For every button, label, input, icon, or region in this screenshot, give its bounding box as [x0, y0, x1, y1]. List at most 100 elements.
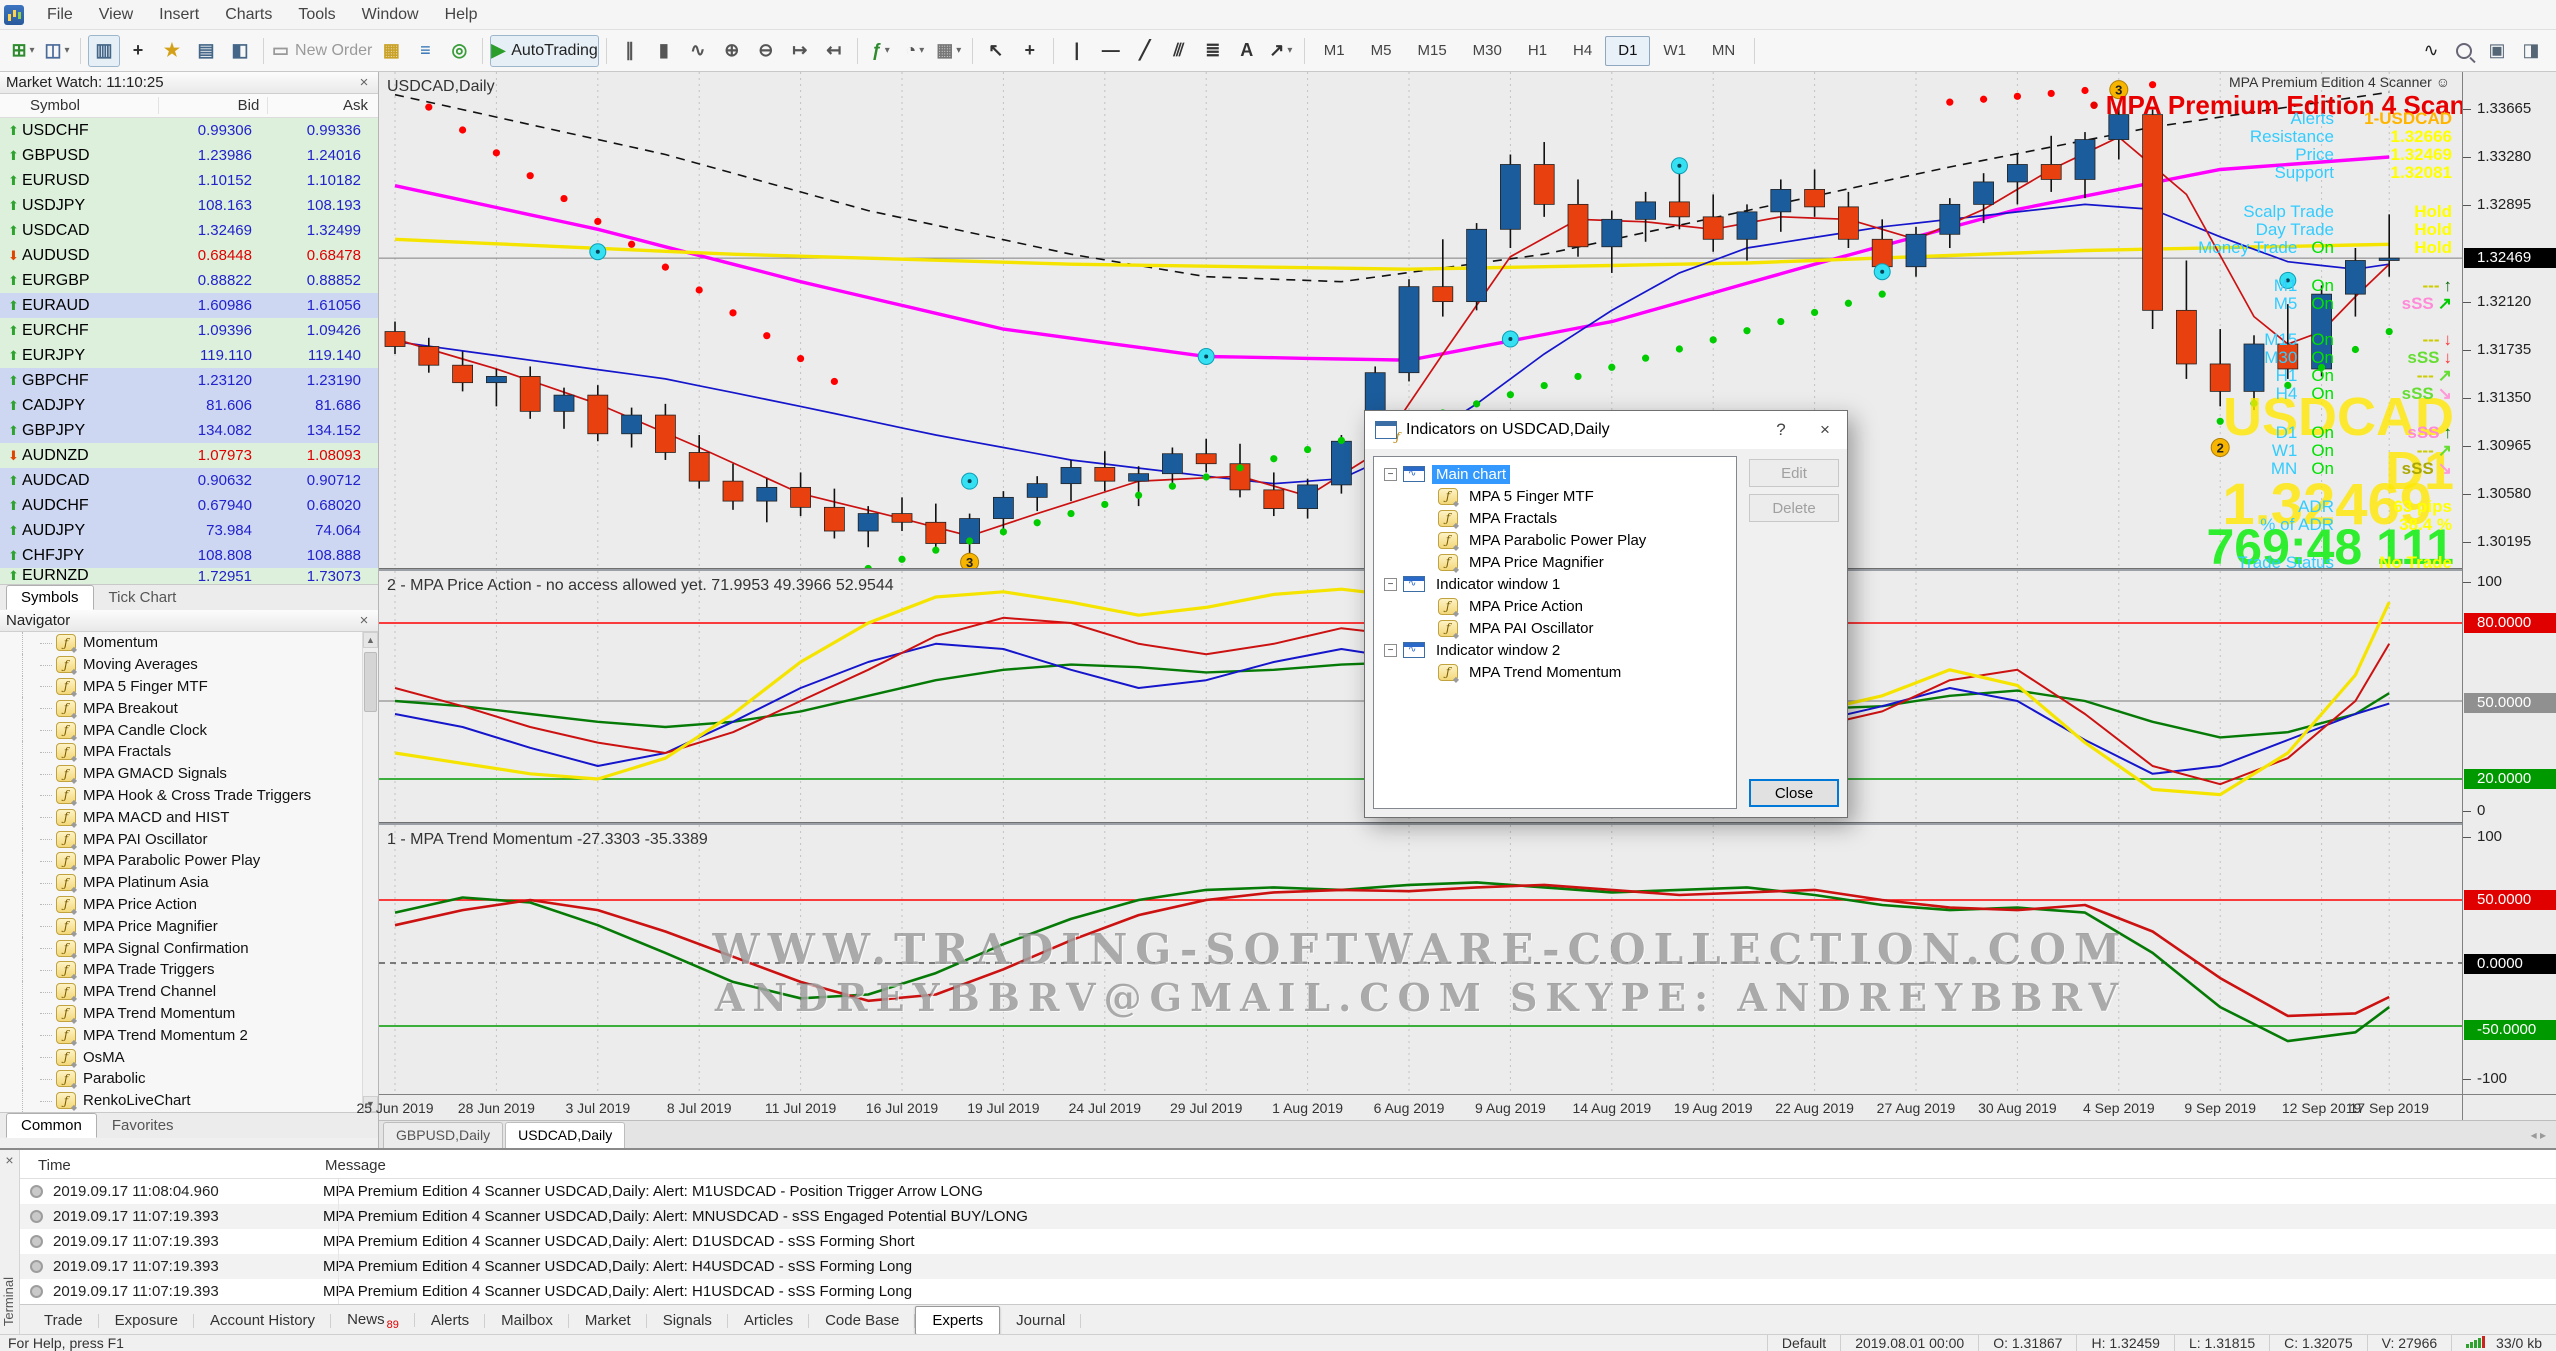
market-watch-row-audjpy[interactable]: ⬆AUDJPY73.98474.064: [0, 518, 378, 543]
window-restore-button[interactable]: ▣: [2481, 35, 2513, 67]
zoom-out-button[interactable]: ⊖: [750, 35, 782, 67]
line-mode-button[interactable]: ∿: [682, 35, 714, 67]
navigator-item-mpa-price-magnifier[interactable]: ƒMPA Price Magnifier: [0, 915, 378, 937]
scroll-up-icon[interactable]: ▲: [363, 632, 378, 648]
market-watch-row-gbpchf[interactable]: ⬆GBPCHF1.231201.23190: [0, 368, 378, 393]
date-tick-label[interactable]: 16 Jul 2019: [866, 1100, 938, 1116]
crosshair-tool-button[interactable]: +: [1014, 35, 1046, 67]
tree-expand-icon[interactable]: −: [1384, 578, 1397, 591]
terminal-col-message[interactable]: Message: [325, 1157, 386, 1174]
crosshair-mode-button[interactable]: +: [122, 35, 154, 67]
navigator-item-mpa-signal-confirmation[interactable]: ƒMPA Signal Confirmation: [0, 937, 378, 959]
tree-expand-icon[interactable]: −: [1384, 468, 1397, 481]
tab-tick-chart[interactable]: Tick Chart: [94, 585, 192, 610]
dialog-help-button[interactable]: ?: [1759, 411, 1803, 449]
profiles-button[interactable]: ◫▾: [41, 35, 73, 67]
bar-chart-mode-button[interactable]: ∥: [614, 35, 646, 67]
experts-library-button[interactable]: ≡: [409, 35, 441, 67]
menu-window[interactable]: Window: [349, 2, 432, 27]
chart-tab-scroll-icons[interactable]: ◂ ▸: [2531, 1128, 2546, 1148]
navigator-item-mpa-trade-triggers[interactable]: ƒMPA Trade Triggers: [0, 959, 378, 981]
date-tick-label[interactable]: 19 Aug 2019: [1674, 1100, 1753, 1116]
vertical-line-tool-button[interactable]: |: [1061, 35, 1093, 67]
tab-common[interactable]: Common: [6, 1113, 97, 1138]
navigator-item-osma[interactable]: ƒOsMA: [0, 1046, 378, 1068]
tree-item-mpa-5-finger-mtf[interactable]: ƒMPA 5 Finger MTF: [1374, 485, 1736, 507]
channel-tool-button[interactable]: ⫻: [1163, 35, 1195, 67]
terminal-tab-news[interactable]: News89: [331, 1306, 415, 1336]
navigator-item-mpa-hook-cross-trade-triggers[interactable]: ƒMPA Hook & Cross Trade Triggers: [0, 785, 378, 807]
date-tick-label[interactable]: 8 Jul 2019: [667, 1100, 732, 1116]
dropdown-caret-icon[interactable]: ▾: [1287, 45, 1292, 56]
dialog-indicator-tree[interactable]: −Main chartƒMPA 5 Finger MTFƒMPA Fractal…: [1373, 456, 1737, 809]
arrows-tool-button[interactable]: ↗▾: [1265, 35, 1297, 67]
date-axis[interactable]: 25 Jun 201928 Jun 20193 Jul 20198 Jul 20…: [379, 1094, 2462, 1120]
market-watch-row-eurchf[interactable]: ⬆EURCHF1.093961.09426: [0, 318, 378, 343]
market-watch-row-usdjpy[interactable]: ⬆USDJPY108.163108.193: [0, 193, 378, 218]
navigator-scrollbar[interactable]: ▲ ▼: [362, 632, 378, 1112]
date-tick-label[interactable]: 6 Aug 2019: [1374, 1100, 1445, 1116]
tree-group-indicator-window-1[interactable]: −Indicator window 1: [1374, 573, 1736, 595]
indicators-menu-button[interactable]: ƒ▾: [865, 35, 897, 67]
terminal-tab-mailbox[interactable]: Mailbox: [485, 1307, 569, 1334]
date-tick-label[interactable]: 30 Aug 2019: [1978, 1100, 2057, 1116]
terminal-tab-signals[interactable]: Signals: [647, 1307, 728, 1334]
date-tick-label[interactable]: 9 Sep 2019: [2184, 1100, 2256, 1116]
terminal-row[interactable]: 2019.09.17 11:08:04.960MPA Premium Editi…: [20, 1179, 2556, 1204]
date-tick-label[interactable]: 11 Jul 2019: [765, 1100, 836, 1116]
navigator-item-parabolic[interactable]: ƒParabolic: [0, 1068, 378, 1090]
date-tick-label[interactable]: 27 Aug 2019: [1877, 1100, 1956, 1116]
market-watch-row-audchf[interactable]: ⬆AUDCHF0.679400.68020: [0, 493, 378, 518]
dialog-title-bar[interactable]: Indicators on USDCAD,Daily ? ×: [1365, 411, 1847, 449]
navigator-item-mpa-price-action[interactable]: ƒMPA Price Action: [0, 894, 378, 916]
new-chart-button[interactable]: ⊞▾: [7, 35, 39, 67]
date-tick-label[interactable]: 29 Jul 2019: [1170, 1100, 1242, 1116]
tree-expand-icon[interactable]: −: [1384, 644, 1397, 657]
timeframe-w1-button[interactable]: W1: [1650, 36, 1699, 66]
tab-symbols[interactable]: Symbols: [6, 585, 94, 610]
dropdown-caret-icon[interactable]: ▾: [956, 45, 961, 56]
dialog-close-button[interactable]: ×: [1803, 411, 1847, 449]
terminal-tab-trade[interactable]: Trade: [28, 1307, 99, 1334]
market-watch-close-icon[interactable]: ×: [356, 74, 372, 91]
auto-scroll-button[interactable]: ↦: [784, 35, 816, 67]
candle-mode-button[interactable]: ▮: [648, 35, 680, 67]
terminal-col-time[interactable]: Time: [38, 1157, 71, 1174]
timeframe-h1-button[interactable]: H1: [1515, 36, 1560, 66]
market-watch-row-eurgbp[interactable]: ⬆EURGBP0.888220.88852: [0, 268, 378, 293]
terminal-tab-experts[interactable]: Experts: [915, 1306, 1000, 1335]
text-tool-button[interactable]: A: [1231, 35, 1263, 67]
menu-tools[interactable]: Tools: [285, 2, 348, 27]
terminal-tab-articles[interactable]: Articles: [728, 1307, 809, 1334]
navigator-item-mpa-trend-channel[interactable]: ƒMPA Trend Channel: [0, 981, 378, 1003]
market-watch-row-audcad[interactable]: ⬆AUDCAD0.906320.90712: [0, 468, 378, 493]
tree-item-mpa-price-action[interactable]: ƒMPA Price Action: [1374, 595, 1736, 617]
timeframe-h4-button[interactable]: H4: [1560, 36, 1605, 66]
market-watch-row-eurnzd[interactable]: ⬆EURNZD1.729511.73073: [0, 568, 378, 584]
navigator-item-momentum[interactable]: ƒMomentum: [0, 632, 378, 654]
chart-tab-gbpusd-daily[interactable]: GBPUSD,Daily: [383, 1122, 503, 1148]
date-tick-label[interactable]: 17 Sep 2019: [2349, 1100, 2428, 1116]
cursor-tool-button[interactable]: ↖: [980, 35, 1012, 67]
market-watch-row-gbpjpy[interactable]: ⬆GBPJPY134.082134.152: [0, 418, 378, 443]
autotrading-button[interactable]: ▶AutoTrading: [490, 35, 598, 67]
navigator-item-mpa-macd-and-hist[interactable]: ƒMPA MACD and HIST: [0, 806, 378, 828]
data-window-button[interactable]: ◧: [224, 35, 256, 67]
terminal-row[interactable]: 2019.09.17 11:07:19.393MPA Premium Editi…: [20, 1279, 2556, 1304]
tree-item-m-pa-trend-momentum[interactable]: ƒM­PA Trend Momentum: [1374, 661, 1736, 683]
horizontal-line-tool-button[interactable]: —: [1095, 35, 1127, 67]
navigator-item-mpa-candle-clock[interactable]: ƒMPA Candle Clock: [0, 719, 378, 741]
column-bid[interactable]: Bid: [158, 97, 268, 114]
new-order-button[interactable]: ▭New Order: [271, 35, 373, 67]
dropdown-caret-icon[interactable]: ▾: [30, 45, 35, 56]
date-tick-label[interactable]: 25 Jun 2019: [356, 1100, 433, 1116]
tree-item-mpa-pai-oscillator[interactable]: ƒMPA PAI Oscillator: [1374, 617, 1736, 639]
price-axis[interactable]: 1.336651.332801.328951.321201.317351.313…: [2462, 72, 2556, 1094]
column-symbol[interactable]: Symbol: [0, 97, 158, 114]
terminal-close-icon[interactable]: ×: [0, 1150, 19, 1168]
navigator-item-mpa-platinum-asia[interactable]: ƒMPA Platinum Asia: [0, 872, 378, 894]
timeframe-m5-button[interactable]: M5: [1358, 36, 1405, 66]
column-ask[interactable]: Ask: [267, 97, 378, 114]
navigator-item-renkolivechart[interactable]: ƒRenkoLiveChart: [0, 1090, 378, 1112]
terminal-tab-exposure[interactable]: Exposure: [99, 1307, 194, 1334]
